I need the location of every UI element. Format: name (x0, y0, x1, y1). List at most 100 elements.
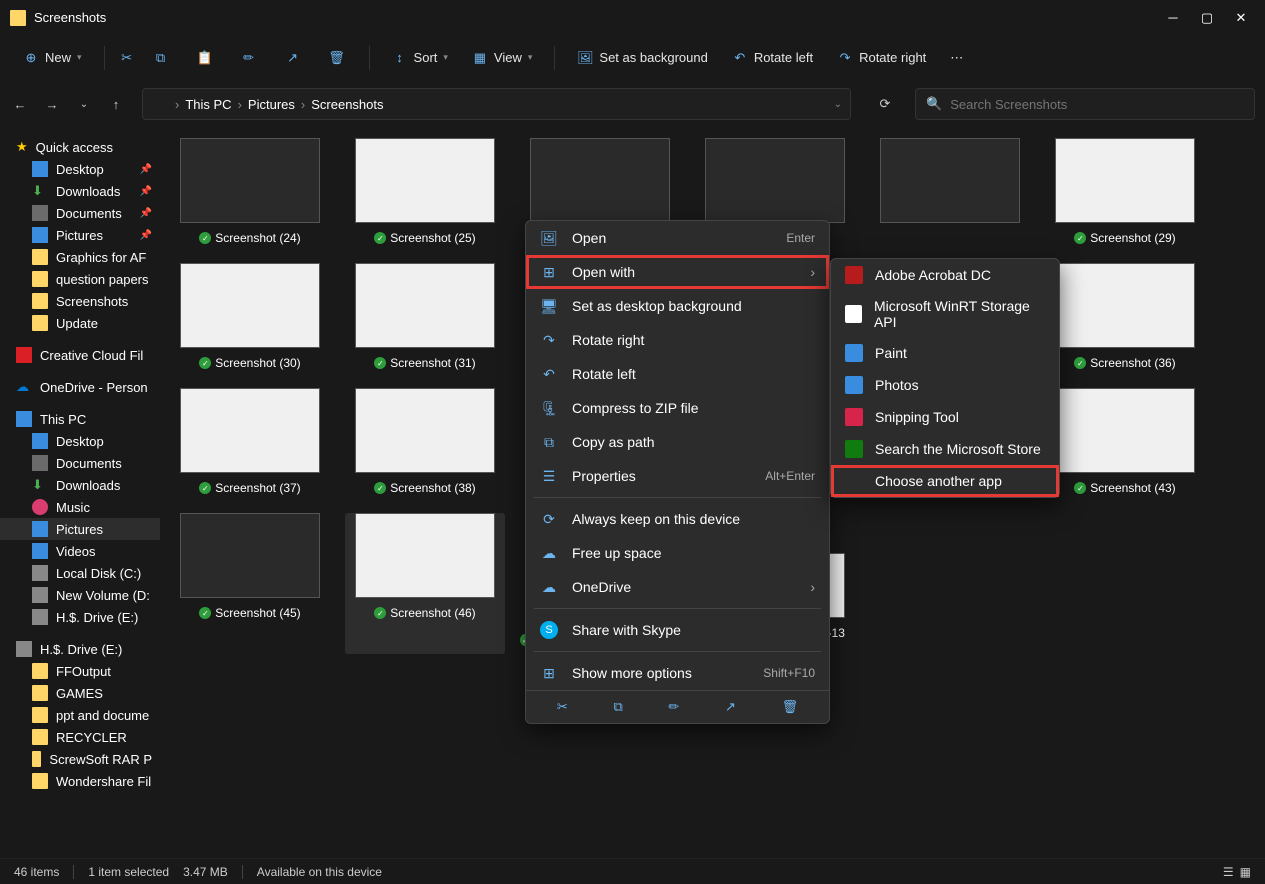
ctx-properties[interactable]: ☰PropertiesAlt+Enter (526, 459, 829, 493)
file-item[interactable]: ✓Screenshot (29) (1045, 138, 1205, 245)
rotate-left-button[interactable]: ↶Rotate left (724, 46, 821, 70)
sidebar-pc-music[interactable]: Music (0, 496, 160, 518)
ctx-always-keep[interactable]: ⟳Always keep on this device (526, 502, 829, 536)
refresh-button[interactable]: ⟳ (875, 94, 895, 114)
keep-icon: ⟳ (540, 510, 558, 528)
share-icon[interactable]: ↗ (285, 50, 301, 66)
file-item[interactable]: ✓Screenshot (31) (345, 263, 505, 370)
ctx-delete-icon[interactable]: 🗑 (782, 699, 799, 715)
close-button[interactable]: ✕ (1235, 12, 1247, 24)
sidebar-pc-drive-e[interactable]: H.$. Drive (E:) (0, 606, 160, 628)
copy-icon[interactable]: ⧉ (153, 50, 169, 66)
file-item[interactable] (870, 138, 1030, 245)
paste-icon[interactable]: 📋 (197, 50, 213, 66)
file-item[interactable]: ✓Screenshot (25) (345, 138, 505, 245)
sidebar-item-update[interactable]: Update (0, 312, 160, 334)
maximize-button[interactable]: ▢ (1201, 12, 1213, 24)
ctx-copy-path[interactable]: ⧉Copy as path (526, 425, 829, 459)
file-item[interactable]: ✓Screenshot (46) (345, 513, 505, 654)
sidebar-item-documents[interactable]: Documents📌 (0, 202, 160, 224)
ctx-compress[interactable]: 🗜Compress to ZIP file (526, 391, 829, 425)
file-item[interactable]: ✓Screenshot (37) (170, 388, 330, 495)
sidebar-quick-access[interactable]: ★Quick access (0, 136, 160, 158)
sidebar-item-downloads[interactable]: ⬇Downloads📌 (0, 180, 160, 202)
sidebar-item-screenshots[interactable]: Screenshots (0, 290, 160, 312)
sidebar-onedrive[interactable]: ☁OneDrive - Person (0, 376, 160, 398)
details-view-icon[interactable]: ☰ (1223, 865, 1234, 879)
ctx-copy-icon[interactable]: ⧉ (613, 699, 622, 715)
submenu-store[interactable]: Search the Microsoft Store (831, 433, 1059, 465)
sidebar-pc-local-c[interactable]: Local Disk (C:) (0, 562, 160, 584)
sidebar-ffoutput[interactable]: FFOutput (0, 660, 160, 682)
ctx-open[interactable]: 🖼OpenEnter (526, 221, 829, 255)
search-box[interactable]: 🔍 (915, 88, 1255, 120)
recent-dropdown[interactable]: ⌄ (74, 94, 94, 114)
file-item[interactable]: ✓Screenshot (43) (1045, 388, 1205, 495)
sidebar-pc-pictures[interactable]: Pictures (0, 518, 160, 540)
breadcrumb-item[interactable]: Pictures (244, 97, 299, 112)
sidebar-item-question-papers[interactable]: question papers (0, 268, 160, 290)
submenu-adobe[interactable]: Adobe Acrobat DC (831, 259, 1059, 291)
breadcrumb-item[interactable]: Screenshots (307, 97, 387, 112)
submenu-paint[interactable]: Paint (831, 337, 1059, 369)
breadcrumb[interactable]: › This PC › Pictures › Screenshots ⌄ (142, 88, 851, 120)
chevron-right-icon: › (810, 264, 815, 280)
file-item[interactable]: ✓Screenshot (45) (170, 513, 330, 654)
ctx-cut-icon[interactable]: ✂ (557, 699, 568, 715)
sidebar-games[interactable]: GAMES (0, 682, 160, 704)
sort-button[interactable]: ↕Sort▾ (384, 46, 456, 70)
file-item[interactable]: ✓Screenshot (38) (345, 388, 505, 495)
ctx-rename-icon[interactable]: ✏ (668, 699, 679, 715)
sidebar-creative-cloud[interactable]: Creative Cloud Fil (0, 344, 160, 366)
minimize-button[interactable]: ─ (1167, 12, 1179, 24)
folder-icon (151, 97, 167, 111)
back-button[interactable]: ← (10, 94, 30, 114)
cut-icon[interactable]: ✂ (119, 50, 135, 66)
sidebar-item-pictures[interactable]: Pictures📌 (0, 224, 160, 246)
sidebar-screwsoft[interactable]: ScrewSoft RAR P (0, 748, 160, 770)
thumbnails-view-icon[interactable]: ▦ (1240, 865, 1251, 879)
sidebar-item-graphics[interactable]: Graphics for AF (0, 246, 160, 268)
ctx-open-with[interactable]: ⊞Open with› (526, 255, 829, 289)
breadcrumb-item[interactable]: This PC (181, 97, 235, 112)
sidebar-pc-desktop[interactable]: Desktop (0, 430, 160, 452)
breadcrumb-chevron[interactable]: ⌄ (834, 99, 842, 110)
submenu-snip[interactable]: Snipping Tool (831, 401, 1059, 433)
new-button[interactable]: ⊕New▾ (15, 46, 90, 70)
sidebar-ppt[interactable]: ppt and docume (0, 704, 160, 726)
rename-icon[interactable]: ✏ (241, 50, 257, 66)
rotate-right-button[interactable]: ↷Rotate right (829, 46, 934, 70)
sidebar-pc-documents[interactable]: Documents (0, 452, 160, 474)
file-item[interactable]: ✓Screenshot (36) (1045, 263, 1205, 370)
submenu-winrt[interactable]: Microsoft WinRT Storage API (831, 291, 1059, 337)
sidebar-pc-new-vol-d[interactable]: New Volume (D: (0, 584, 160, 606)
search-input[interactable] (950, 97, 1244, 112)
ctx-share-icon[interactable]: ↗ (725, 699, 736, 715)
ctx-set-desktop-bg[interactable]: 🖥Set as desktop background (526, 289, 829, 323)
sidebar-wondershare[interactable]: Wondershare Fil (0, 770, 160, 792)
sidebar-recycler[interactable]: RECYCLER (0, 726, 160, 748)
delete-icon[interactable]: 🗑 (329, 50, 345, 66)
ctx-rotate-right[interactable]: ↷Rotate right (526, 323, 829, 357)
more-button[interactable]: ⋯ (942, 46, 971, 70)
ctx-rotate-left[interactable]: ↶Rotate left (526, 357, 829, 391)
sidebar-item-desktop[interactable]: Desktop📌 (0, 158, 160, 180)
store-icon (845, 440, 863, 458)
set-background-button[interactable]: 🖼Set as background (569, 46, 715, 70)
sidebar-drive-e[interactable]: H.$. Drive (E:) (0, 638, 160, 660)
ctx-onedrive[interactable]: ☁OneDrive› (526, 570, 829, 604)
view-button[interactable]: ▦View▾ (464, 46, 540, 70)
submenu-photos[interactable]: Photos (831, 369, 1059, 401)
forward-button[interactable]: → (42, 94, 62, 114)
sidebar-pc-downloads[interactable]: ⬇Downloads (0, 474, 160, 496)
file-item[interactable]: ✓Screenshot (24) (170, 138, 330, 245)
ctx-skype[interactable]: SShare with Skype (526, 613, 829, 647)
sync-icon: ✓ (1074, 482, 1086, 494)
file-item[interactable]: ✓Screenshot (30) (170, 263, 330, 370)
sidebar-pc-videos[interactable]: Videos (0, 540, 160, 562)
ctx-show-more[interactable]: ⊞Show more optionsShift+F10 (526, 656, 829, 690)
ctx-free-space[interactable]: ☁Free up space (526, 536, 829, 570)
sidebar-this-pc[interactable]: This PC (0, 408, 160, 430)
up-button[interactable]: ↑ (106, 94, 126, 114)
submenu-choose-another[interactable]: Choose another app (831, 465, 1059, 497)
